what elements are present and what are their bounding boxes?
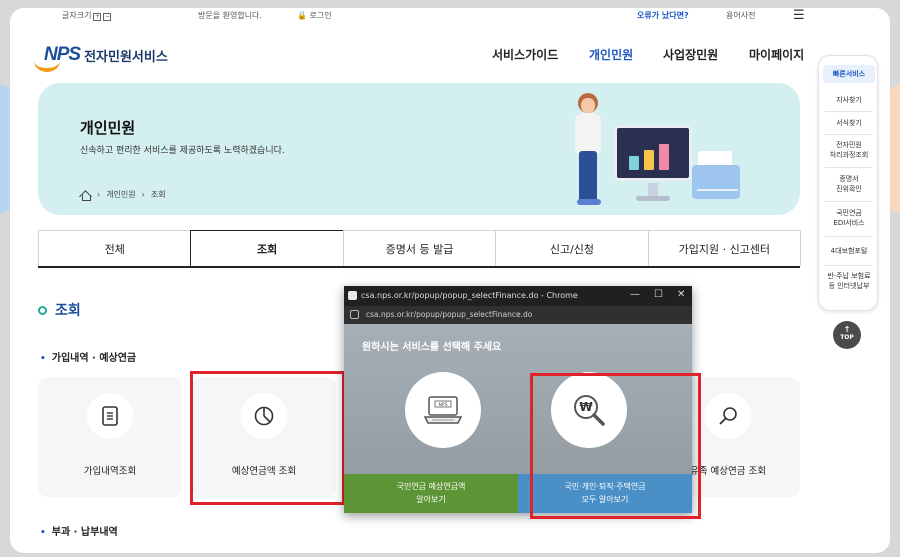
category-tabs: 전체 조회 증명서 등 발급 신고/신청 가입지원 · 신고센터 xyxy=(38,230,802,268)
highlight-box xyxy=(530,373,701,519)
quick-menu: 빠른서비스 지사찾기 서식찾기 전자민원 처리과정조회 증명서 진위확인 국민연… xyxy=(818,55,878,311)
laptop-icon[interactable]: NPS xyxy=(405,372,481,448)
home-icon[interactable] xyxy=(80,190,91,201)
hamburger-menu-icon[interactable]: ☰ xyxy=(793,8,805,23)
card-label: 가입내역조회 xyxy=(83,466,137,477)
divider xyxy=(825,134,873,135)
scroll-top-button[interactable]: ↑ TOP xyxy=(833,321,861,349)
divider xyxy=(825,236,873,237)
nav-service-guide[interactable]: 서비스가이드 xyxy=(492,46,558,63)
nav-personal[interactable]: 개인민원 xyxy=(589,46,633,63)
breadcrumb-separator: › xyxy=(97,190,101,199)
close-icon[interactable]: ✕ xyxy=(677,289,685,300)
quick-online-payment[interactable]: 반·주납 보험료 등 인터넷납부 xyxy=(823,271,875,291)
section-title-text: 조회 xyxy=(55,303,81,319)
ring-bullet-icon xyxy=(38,305,47,315)
monitor-chart-icon xyxy=(614,125,692,181)
nav-mypage[interactable]: 마이페이지 xyxy=(749,46,804,63)
monitor-base xyxy=(636,196,670,201)
tab-support[interactable]: 가입지원 · 신고센터 xyxy=(647,230,802,266)
person-body xyxy=(575,113,601,153)
banner-illustration xyxy=(570,93,750,213)
national-pension-estimate-button[interactable]: 국민연금 예상연금액 알아보기 xyxy=(344,474,518,513)
envelope-icon xyxy=(692,165,740,199)
font-plus-icon[interactable]: + xyxy=(93,13,102,21)
person-face xyxy=(581,98,595,113)
magnifier-icon xyxy=(705,393,751,439)
quick-cert-verify[interactable]: 증명서 진위확인 xyxy=(823,174,875,194)
divider xyxy=(825,167,873,168)
section-title: 조회 xyxy=(38,300,81,320)
page-subtitle: 신속하고 편리한 서비스를 제공하도록 노력하겠습니다. xyxy=(80,146,285,156)
tab-inquiry[interactable]: 조회 xyxy=(190,230,344,266)
font-size-label: 글자크기 xyxy=(62,11,92,20)
page-title: 개인민원 xyxy=(80,119,136,137)
login-label: 로그인 xyxy=(309,11,332,20)
popup-window-title: csa.nps.or.kr/popup/popup_selectFinance.… xyxy=(361,291,578,300)
maximize-icon[interactable]: ☐ xyxy=(654,289,663,300)
page-banner: 개인민원 신속하고 편리한 서비스를 제공하도록 노력하겠습니다. › 개인민원… xyxy=(38,83,800,215)
service-name: 전자민원서비스 xyxy=(84,49,168,65)
quick-process-status[interactable]: 전자민원 처리과정조회 xyxy=(823,140,875,160)
person-shoes xyxy=(577,199,601,205)
quick-insurance-portal[interactable]: 4대보험포털 xyxy=(823,246,875,256)
quick-edi-service[interactable]: 국민연금 EDI서비스 xyxy=(823,208,875,228)
popup-titlebar[interactable]: csa.nps.or.kr/popup/popup_selectFinance.… xyxy=(344,286,692,306)
font-size-control[interactable]: 글자크기 + − xyxy=(62,10,112,21)
login-link[interactable]: 🔒 로그인 xyxy=(297,10,332,21)
subsection-payment: 부과 · 납부내역 xyxy=(40,523,118,538)
divider xyxy=(825,111,873,112)
top-label: TOP xyxy=(840,334,854,341)
favicon-icon xyxy=(348,291,357,300)
quick-menu-header: 빠른서비스 xyxy=(823,65,875,83)
nav-business[interactable]: 사업장민원 xyxy=(663,46,718,63)
breadcrumb-current: 조회 xyxy=(150,190,166,199)
popup-address-bar[interactable]: csa.nps.or.kr/popup/popup_selectFinance.… xyxy=(344,306,692,324)
document-icon xyxy=(87,393,133,439)
dictionary-link[interactable]: 용어사전 xyxy=(726,10,755,21)
subsection-pension: 가입내역 · 예상연금 xyxy=(40,349,136,364)
tab-certificate[interactable]: 증명서 등 발급 xyxy=(342,230,497,266)
person-legs xyxy=(579,151,597,203)
chart-bar xyxy=(659,144,669,170)
breadcrumb: › 개인민원 › 조회 xyxy=(80,189,166,201)
monitor-stand xyxy=(648,183,658,197)
welcome-text: 방문을 환영합니다. xyxy=(198,11,262,20)
breadcrumb-personal[interactable]: 개인민원 xyxy=(106,189,135,200)
minimize-icon[interactable]: — xyxy=(630,289,640,300)
utility-bar: 글자크기 + − 방문을 환영합니다. 🔒 로그인 오류가 났다면? 용어사전 ☰ xyxy=(10,8,890,24)
quick-form-finder[interactable]: 서식찾기 xyxy=(823,118,875,128)
popup-heading: 원하시는 서비스를 선택해 주세요 xyxy=(362,342,502,353)
card-subscription-history[interactable]: 가입내역조회 xyxy=(38,377,182,497)
laptop-label: NPS xyxy=(439,402,448,408)
font-minus-icon[interactable]: − xyxy=(103,13,112,21)
highlight-box xyxy=(190,371,345,505)
logo-swoosh-icon xyxy=(34,42,60,72)
chart-bar xyxy=(629,156,639,170)
tab-all[interactable]: 전체 xyxy=(38,230,192,266)
site-logo[interactable]: NPS 전자민원서비스 xyxy=(34,42,168,72)
arrow-up-icon: ↑ xyxy=(843,325,851,334)
breadcrumb-separator: › xyxy=(141,190,145,199)
popup-url: csa.nps.or.kr/popup/popup_selectFinance.… xyxy=(366,310,533,319)
error-help-link[interactable]: 오류가 났다면? xyxy=(637,10,689,21)
tab-report[interactable]: 신고/신청 xyxy=(495,230,649,266)
site-info-icon[interactable] xyxy=(350,310,359,319)
quick-branch-finder[interactable]: 지사찾기 xyxy=(823,95,875,105)
divider xyxy=(825,201,873,202)
divider xyxy=(825,265,873,266)
chart-bar xyxy=(644,150,654,170)
